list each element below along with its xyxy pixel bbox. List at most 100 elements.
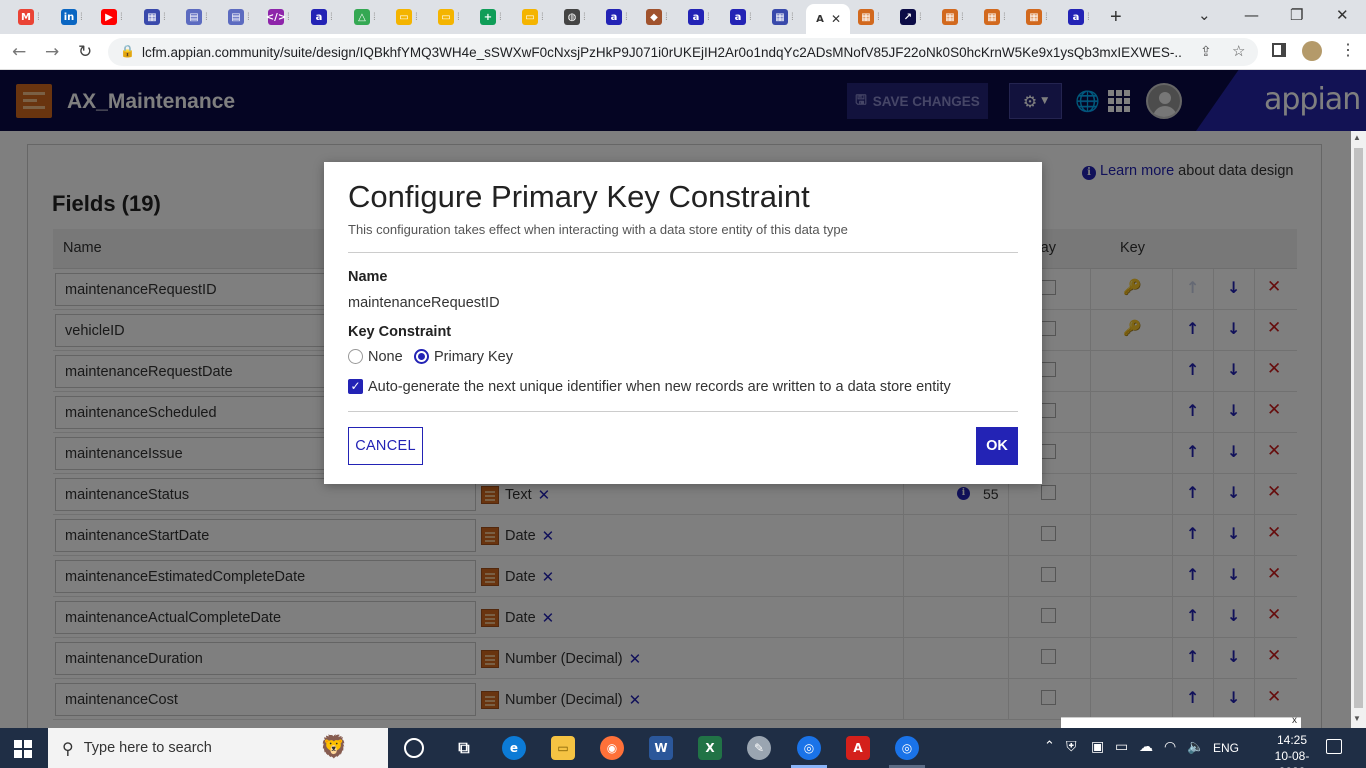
auto-generate-label[interactable]: Auto-generate the next unique identifier… [368,379,951,395]
table-icon: ▦ [984,9,1000,25]
chrome-icon[interactable]: ◎ [797,736,821,760]
tab-separator: ⁞ [330,11,333,23]
tab-separator: ⁞ [415,11,418,23]
wifi-icon[interactable]: ◠ [1164,739,1176,755]
task-view-icon[interactable]: ⧉ [452,736,476,760]
browser-tab[interactable]: ▦ ⁞ [1020,4,1048,30]
radio-primary-key[interactable] [414,349,429,364]
ok-button[interactable]: OK [976,427,1018,465]
file-explorer-icon[interactable]: ▭ [551,736,575,760]
profile-avatar[interactable] [1302,41,1322,61]
tab-separator: ⁞ [1003,11,1006,23]
paint-icon[interactable]: ✎ [747,736,771,760]
firefox-icon[interactable]: ◉ [600,736,624,760]
browser-tab[interactable]: ▦ ⁞ [936,4,964,30]
tab-search-icon[interactable]: ⌄ [1198,6,1211,24]
menu-dots-icon[interactable]: ⋮ [1340,40,1356,60]
defender-icon[interactable]: ⛨ [1066,739,1077,755]
scroll-up-icon[interactable]: ▲ [1353,133,1361,142]
tab-separator: ⁞ [877,11,880,23]
scrollbar-thumb[interactable] [1354,148,1363,708]
browser-tab[interactable]: ▭ ⁞ [516,4,544,30]
browser-tab[interactable]: a ⁞ [305,4,333,30]
reload-icon[interactable]: ↻ [78,42,92,62]
bookmark-star-icon[interactable]: ☆ [1232,42,1245,60]
apps-icon: ▦ [144,9,160,25]
name-label: Name [348,269,388,285]
webcam-icon[interactable]: ▣ [1091,739,1104,755]
taskbar-search[interactable]: ⚲ Type here to search 🦁 [48,728,388,768]
browser-tab[interactable]: ▶ ⁞ [95,4,123,30]
browser-tab[interactable]: ▤ ⁞ [180,4,208,30]
table-icon: ▦ [942,9,958,25]
address-bar: ← → ↻ 🔒 lcfm.appian.community/suite/desi… [0,34,1366,70]
battery-icon[interactable]: ▭ [1115,739,1128,755]
scroll-down-icon[interactable]: ▼ [1353,714,1361,723]
tab-separator: ⁞ [961,11,964,23]
tab-separator: ⁞ [919,11,922,23]
acrobat-icon[interactable]: A [846,736,870,760]
radio-primary-key-label[interactable]: Primary Key [434,349,513,365]
auto-generate-checkbox[interactable]: ✓ [348,379,363,394]
browser-tab[interactable]: ▦ ⁞ [978,4,1006,30]
browser-tab[interactable]: + ⁞ [474,4,502,30]
tray-chevron-icon[interactable]: ⌃ [1044,739,1055,754]
windows-taskbar: ⚲ Type here to search 🦁 ⧉ e ▭ ◉ W X ✎ ◎ … [0,728,1366,768]
radio-none[interactable] [348,349,363,364]
word-icon[interactable]: W [649,736,673,760]
browser-tab[interactable]: A ✕ [806,4,850,34]
volume-icon[interactable]: 🔈 [1187,739,1204,755]
cortana-icon[interactable] [404,738,424,758]
table-icon: ▦ [1026,9,1042,25]
close-tab-icon[interactable]: ✕ [831,12,841,26]
omnibox[interactable]: 🔒 lcfm.appian.community/suite/design/IQB… [108,38,1258,66]
close-window-icon[interactable]: ✕ [1336,6,1349,24]
share-icon[interactable]: ⇪ [1200,43,1212,60]
bottom-popup: x [1061,715,1301,728]
notifications-icon[interactable] [1326,739,1342,754]
minimize-icon[interactable]: — [1244,6,1259,24]
dialog-title: Configure Primary Key Constraint [348,179,810,214]
search-highlight-icon[interactable]: 🦁 [320,734,347,760]
browser-tab[interactable]: ▭ ⁞ [390,4,418,30]
browser-tab[interactable]: </> ⁞ [262,4,290,30]
browser-tab[interactable]: in ⁞ [55,4,83,30]
clock[interactable]: 14:25 10-08-2022 [1262,732,1322,768]
language-indicator[interactable]: ENG [1213,741,1239,755]
browser-tab[interactable]: a ⁞ [682,4,710,30]
appian-icon: a [688,9,704,25]
browser-tab[interactable]: ▦ ⁞ [138,4,166,30]
browser-tab[interactable]: a ⁞ [1062,4,1090,30]
side-panel-icon[interactable] [1272,43,1286,57]
browser-tab[interactable]: ↗ ⁞ [894,4,922,30]
url-text[interactable]: lcfm.appian.community/suite/design/IQBkh… [142,45,1182,60]
browser-tab[interactable]: ▦ ⁞ [766,4,794,30]
back-icon[interactable]: ← [12,42,26,62]
edge-icon[interactable]: e [502,736,526,760]
lock-icon[interactable]: 🔒 [120,44,135,58]
maximize-icon[interactable]: ❐ [1290,6,1303,24]
new-tab-icon[interactable]: + [1110,6,1122,29]
browser-tab[interactable]: △ ⁞ [348,4,376,30]
browser-tab[interactable]: ▦ ⁞ [852,4,880,30]
tab-separator: ⁞ [541,11,544,23]
excel-icon[interactable]: X [698,736,722,760]
appian-icon: a [730,9,746,25]
browser-tab[interactable]: ▤ ⁞ [222,4,250,30]
form-icon: ▤ [186,9,202,25]
browser-tab[interactable]: a ⁞ [724,4,752,30]
close-popup-icon[interactable]: x [1292,715,1297,726]
cancel-button[interactable]: CANCEL [348,427,423,465]
windows-start-icon[interactable] [14,740,32,758]
browser-tab[interactable]: ▭ ⁞ [432,4,460,30]
forward-icon[interactable]: → [45,42,59,62]
browser-tab[interactable]: ◍ ⁞ [558,4,586,30]
taskbar-search-placeholder: Type here to search [83,740,212,756]
radio-none-label[interactable]: None [368,349,403,365]
key-constraint-label: Key Constraint [348,324,452,340]
browser-tab[interactable]: M ⁞ [12,4,40,30]
chrome-profile-icon[interactable]: ◎ [895,736,919,760]
browser-tab[interactable]: ◆ ⁞ [640,4,668,30]
onedrive-icon[interactable]: ☁ [1139,739,1153,755]
browser-tab[interactable]: a ⁞ [600,4,628,30]
